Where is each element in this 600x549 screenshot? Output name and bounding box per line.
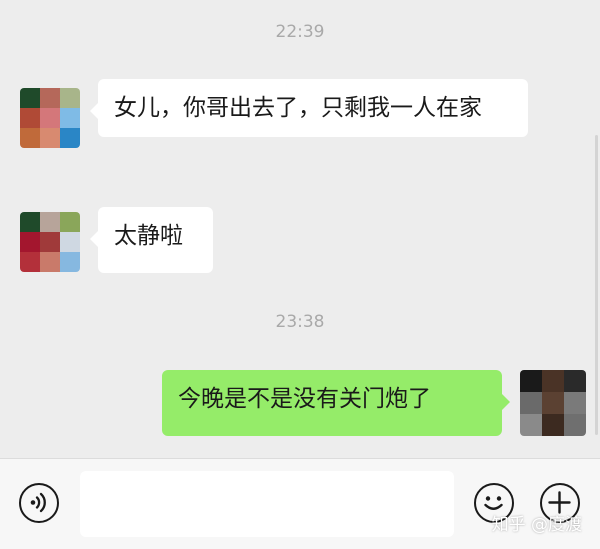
- contact-avatar[interactable]: [20, 88, 80, 148]
- voice-icon: [30, 492, 46, 513]
- message-input[interactable]: [80, 471, 454, 537]
- message-text: 今晚是不是没有关门炮了: [178, 386, 431, 412]
- message-bubble-received[interactable]: 女儿，你哥出去了，只剩我一人在家: [90, 79, 528, 137]
- avatar-mosaic: [20, 212, 80, 272]
- message-text: 太静啦: [114, 223, 183, 249]
- timestamp: 23:38: [275, 312, 325, 332]
- message-bubble-received[interactable]: 太静啦: [90, 207, 213, 273]
- avatar-mosaic: [520, 370, 586, 436]
- contact-avatar[interactable]: [20, 212, 80, 272]
- watermark: 知乎 @度渡: [491, 515, 582, 535]
- user-avatar[interactable]: [520, 370, 586, 436]
- chat-area[interactable]: 22:39 女儿，你哥出去了，只剩我一人在家 太静啦 23:38 今晚是不是没有…: [0, 0, 600, 458]
- message-bubble-sent[interactable]: 今晚是不是没有关门炮了: [162, 370, 510, 436]
- message-text: 女儿，你哥出去了，只剩我一人在家: [114, 95, 482, 121]
- input-bar: 知乎 @度渡: [0, 458, 600, 549]
- voice-button[interactable]: [19, 483, 59, 523]
- avatar-mosaic: [20, 88, 80, 148]
- scrollbar[interactable]: [595, 135, 598, 435]
- timestamp: 22:39: [275, 22, 325, 42]
